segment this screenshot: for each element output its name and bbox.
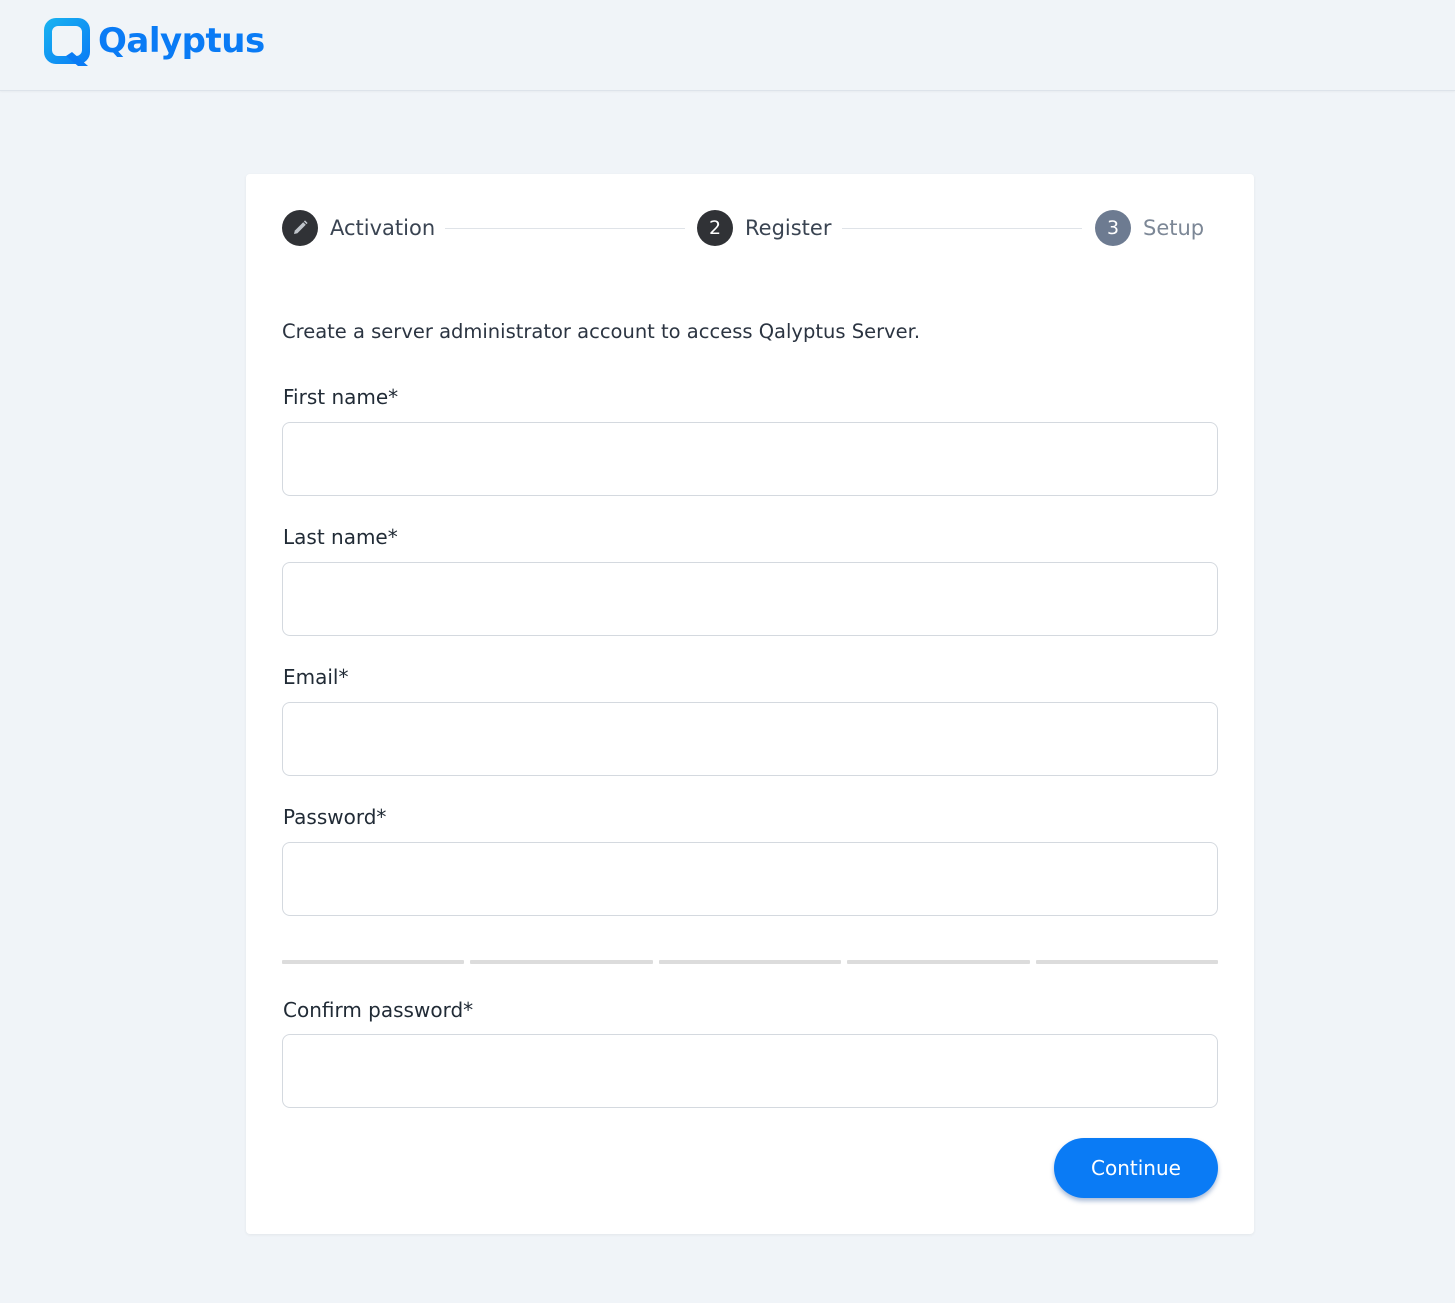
strength-segment — [1035, 960, 1219, 964]
strength-segment — [658, 960, 842, 964]
logo[interactable]: Qalyptus — [42, 16, 265, 66]
step-activation[interactable]: Activation — [282, 210, 435, 246]
step-setup-circle: 3 — [1095, 210, 1131, 246]
step-register-label: Register — [745, 216, 832, 240]
step-connector — [445, 228, 685, 229]
registration-card: Activation 2 Register 3 Setup Create a s… — [246, 174, 1254, 1234]
strength-segment — [282, 960, 465, 964]
first-name-input[interactable] — [282, 422, 1218, 496]
first-name-label: First name* — [283, 385, 399, 409]
step-register-circle: 2 — [697, 210, 733, 246]
last-name-input[interactable] — [282, 562, 1218, 636]
intro-text: Create a server administrator account to… — [282, 320, 921, 343]
pencil-icon — [294, 220, 308, 234]
step-setup[interactable]: 3 Setup — [1095, 210, 1204, 246]
confirm-password-input[interactable] — [282, 1034, 1218, 1108]
stepper: Activation 2 Register 3 Setup — [282, 210, 1218, 246]
email-label: Email* — [283, 665, 349, 689]
password-input[interactable] — [282, 842, 1218, 916]
step-connector — [842, 228, 1082, 229]
last-name-label: Last name* — [283, 525, 398, 549]
top-bar: Qalyptus — [0, 0, 1455, 91]
email-input[interactable] — [282, 702, 1218, 776]
confirm-password-label: Confirm password* — [283, 998, 474, 1022]
password-strength-meter — [282, 960, 1219, 964]
password-label: Password* — [283, 805, 387, 829]
strength-segment — [470, 960, 653, 964]
step-setup-label: Setup — [1143, 216, 1205, 240]
step-register[interactable]: 2 Register — [697, 210, 831, 246]
continue-button[interactable]: Continue — [1054, 1138, 1218, 1198]
step-activation-circle — [282, 210, 318, 246]
logo-text: Qalyptus — [98, 21, 265, 61]
logo-mark-icon — [44, 18, 90, 66]
strength-segment — [847, 960, 1030, 964]
step-activation-label: Activation — [330, 216, 436, 240]
